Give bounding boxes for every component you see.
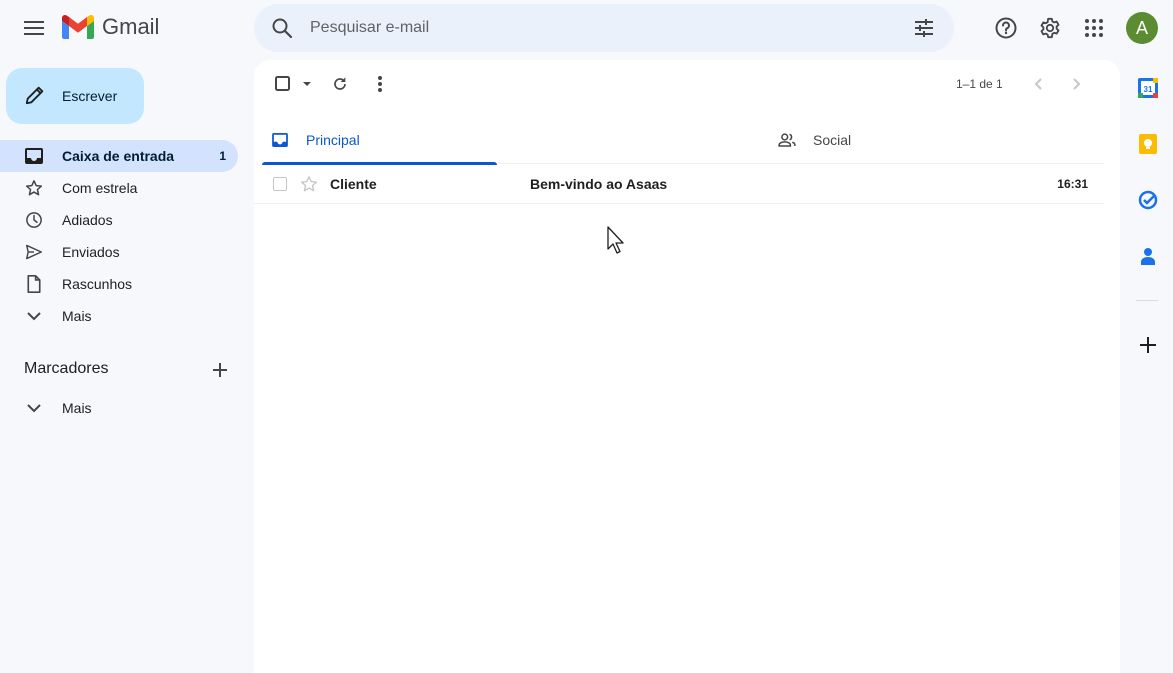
pagination-text: 1–1 de 1 bbox=[956, 77, 1003, 91]
gmail-m-icon bbox=[62, 15, 94, 39]
keep-icon bbox=[1139, 134, 1157, 154]
mail-panel: 1–1 de 1 Principal Social Cliente Bem-vi… bbox=[254, 60, 1120, 673]
tab-label: Principal bbox=[306, 132, 360, 148]
labels-list: Mais bbox=[0, 392, 238, 424]
add-addon-button[interactable] bbox=[1137, 334, 1159, 356]
compose-button[interactable]: Escrever bbox=[6, 68, 144, 124]
add-label-icon[interactable] bbox=[210, 360, 230, 380]
email-row[interactable]: Cliente Bem-vindo ao Asaas 16:31 bbox=[254, 164, 1104, 204]
sidebar-nav: Caixa de entrada 1 Com estrela Adiados E… bbox=[0, 140, 238, 332]
people-icon bbox=[777, 128, 797, 152]
plus-icon bbox=[1140, 337, 1156, 353]
older-button[interactable] bbox=[1057, 64, 1097, 104]
chevron-down-icon bbox=[24, 306, 44, 326]
main-menu-button[interactable] bbox=[14, 8, 54, 48]
contacts-icon bbox=[1141, 248, 1155, 265]
email-subject: Bem-vindo ao Asaas bbox=[530, 176, 668, 192]
svg-text:31: 31 bbox=[1144, 85, 1153, 94]
sidebar-item-snoozed[interactable]: Adiados bbox=[0, 204, 238, 236]
chevron-left-icon bbox=[1034, 78, 1042, 90]
sidebar-item-more[interactable]: Mais bbox=[0, 300, 238, 332]
inbox-icon bbox=[24, 146, 44, 166]
search-options-icon[interactable] bbox=[912, 16, 936, 40]
sidebar-item-drafts[interactable]: Rascunhos bbox=[0, 268, 238, 300]
more-options-button[interactable] bbox=[360, 64, 400, 104]
gear-icon bbox=[1040, 17, 1060, 39]
category-tabs: Principal Social bbox=[262, 116, 1104, 165]
newer-button[interactable] bbox=[1018, 64, 1058, 104]
calendar-app-button[interactable]: 31 bbox=[1137, 77, 1159, 99]
apps-button[interactable] bbox=[1074, 8, 1114, 48]
app-name: Gmail bbox=[102, 14, 160, 39]
send-icon bbox=[24, 242, 44, 262]
calendar-icon: 31 bbox=[1138, 78, 1158, 98]
apps-grid-icon bbox=[1085, 19, 1103, 37]
sidebar-item-label: Mais bbox=[62, 308, 92, 324]
mail-toolbar: 1–1 de 1 bbox=[254, 60, 1120, 108]
tab-social[interactable]: Social bbox=[769, 116, 1004, 164]
top-bar: Gmail A bbox=[0, 0, 1173, 56]
side-panel-divider bbox=[1136, 300, 1158, 301]
email-time: 16:31 bbox=[1057, 177, 1088, 191]
sidebar-item-inbox[interactable]: Caixa de entrada 1 bbox=[0, 140, 238, 172]
tasks-app-button[interactable] bbox=[1137, 189, 1159, 211]
clock-icon bbox=[24, 210, 44, 230]
help-button[interactable] bbox=[986, 8, 1026, 48]
sidebar-item-starred[interactable]: Com estrela bbox=[0, 172, 238, 204]
sidebar-item-sent[interactable]: Enviados bbox=[0, 236, 238, 268]
caret-down-icon bbox=[303, 82, 311, 86]
sidebar-item-label: Rascunhos bbox=[62, 276, 133, 292]
avatar[interactable]: A bbox=[1126, 12, 1158, 44]
help-icon bbox=[995, 17, 1017, 39]
sidebar-item-label: Enviados bbox=[62, 244, 120, 260]
select-all-button[interactable] bbox=[266, 64, 322, 104]
hamburger-icon bbox=[24, 21, 44, 35]
refresh-button[interactable] bbox=[320, 64, 360, 104]
star-icon bbox=[24, 178, 44, 198]
checkbox-icon bbox=[275, 76, 290, 91]
search-bar bbox=[254, 4, 954, 52]
search-input[interactable] bbox=[310, 4, 890, 52]
contacts-app-button[interactable] bbox=[1137, 245, 1159, 267]
tasks-icon bbox=[1138, 190, 1158, 210]
search-icon[interactable] bbox=[270, 16, 294, 40]
settings-button[interactable] bbox=[1030, 8, 1070, 48]
row-checkbox[interactable] bbox=[273, 177, 287, 191]
labels-header: Marcadores bbox=[24, 356, 238, 384]
sidebar-item-label: Com estrela bbox=[62, 180, 138, 196]
draft-icon bbox=[24, 274, 44, 294]
chevron-right-icon bbox=[1073, 78, 1081, 90]
labels-more-label: Mais bbox=[62, 400, 92, 416]
star-icon[interactable] bbox=[300, 175, 318, 193]
more-vert-icon bbox=[378, 76, 382, 92]
inbox-icon bbox=[270, 128, 290, 152]
side-panel: 31 bbox=[1120, 60, 1173, 673]
labels-title: Marcadores bbox=[24, 360, 109, 377]
mouse-cursor-icon bbox=[607, 226, 624, 254]
sidebar-item-label: Adiados bbox=[62, 212, 113, 228]
pencil-icon bbox=[25, 86, 44, 105]
tab-primary[interactable]: Principal bbox=[262, 116, 497, 165]
refresh-icon bbox=[334, 77, 346, 90]
email-sender: Cliente bbox=[330, 176, 377, 192]
labels-more-item[interactable]: Mais bbox=[0, 392, 238, 424]
gmail-logo[interactable]: Gmail bbox=[62, 14, 159, 40]
compose-label: Escrever bbox=[62, 88, 118, 104]
unread-count-badge: 1 bbox=[219, 149, 226, 163]
chevron-down-icon bbox=[24, 398, 44, 418]
keep-app-button[interactable] bbox=[1137, 133, 1159, 155]
sidebar-item-label: Caixa de entrada bbox=[62, 148, 175, 164]
tab-label: Social bbox=[813, 132, 852, 148]
